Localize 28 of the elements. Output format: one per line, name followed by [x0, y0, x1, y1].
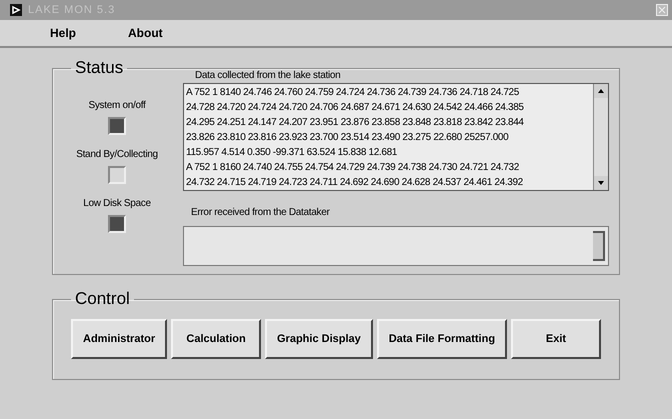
menu-item[interactable]: About	[128, 26, 163, 40]
indicator-label: Stand By/Collecting	[76, 149, 158, 160]
scroll-up-icon[interactable]	[594, 84, 608, 98]
scroll-down-icon[interactable]	[594, 176, 608, 190]
indicator-label: System on/off	[88, 100, 146, 111]
data-line: A 752 1 8160 24.740 24.755 24.754 24.729 24.739 24.738 24.730 24.721 24.732	[186, 161, 520, 175]
scroll-bar[interactable]	[593, 84, 608, 190]
panel-title: Control	[74, 289, 131, 309]
action-button[interactable]: Exit	[510, 319, 601, 359]
data-line: 24.732 24.715 24.719 24.723 24.711 24.692 24.690 24.628 24.537 24.461 24.392	[186, 176, 524, 190]
action-button[interactable]: Calculation	[171, 319, 262, 359]
error-label: Error received from the Datataker	[191, 207, 331, 218]
indicator-label: Low Disk Space	[83, 198, 151, 209]
data-line: 115.957 4.514 0.350 -99.371 63.524 15.838 12.681	[186, 146, 398, 160]
data-line: 24.295 24.251 24.147 24.207 23.951 23.876 23.858 23.848 23.818 23.842 23.844	[186, 116, 525, 130]
scroll-bar[interactable]	[593, 231, 605, 261]
data-line: 23.826 23.810 23.816 23.923 23.700 23.514 23.490 23.275 22.680 25257.000	[186, 131, 510, 145]
action-button[interactable]: Graphic Display	[265, 319, 373, 359]
data-line: 24.728 24.720 24.724 24.720 24.706 24.687 24.671 24.630 24.542 24.466 24.385	[186, 101, 525, 115]
panel-title: Status	[74, 58, 124, 78]
action-button[interactable]: Administrator	[71, 319, 168, 359]
data-line: A 752 1 8140 24.746 24.760 24.759 24.724 24.736 24.739 24.736 24.718 24.725	[186, 86, 520, 100]
error-text-area[interactable]	[183, 226, 609, 266]
data-label: Data collected from the lake station	[195, 70, 342, 81]
menu-item[interactable]: Help	[50, 26, 76, 40]
app-icon	[10, 4, 22, 16]
data-text-area[interactable]	[183, 83, 609, 191]
action-button[interactable]: Data File Formatting	[376, 319, 508, 359]
